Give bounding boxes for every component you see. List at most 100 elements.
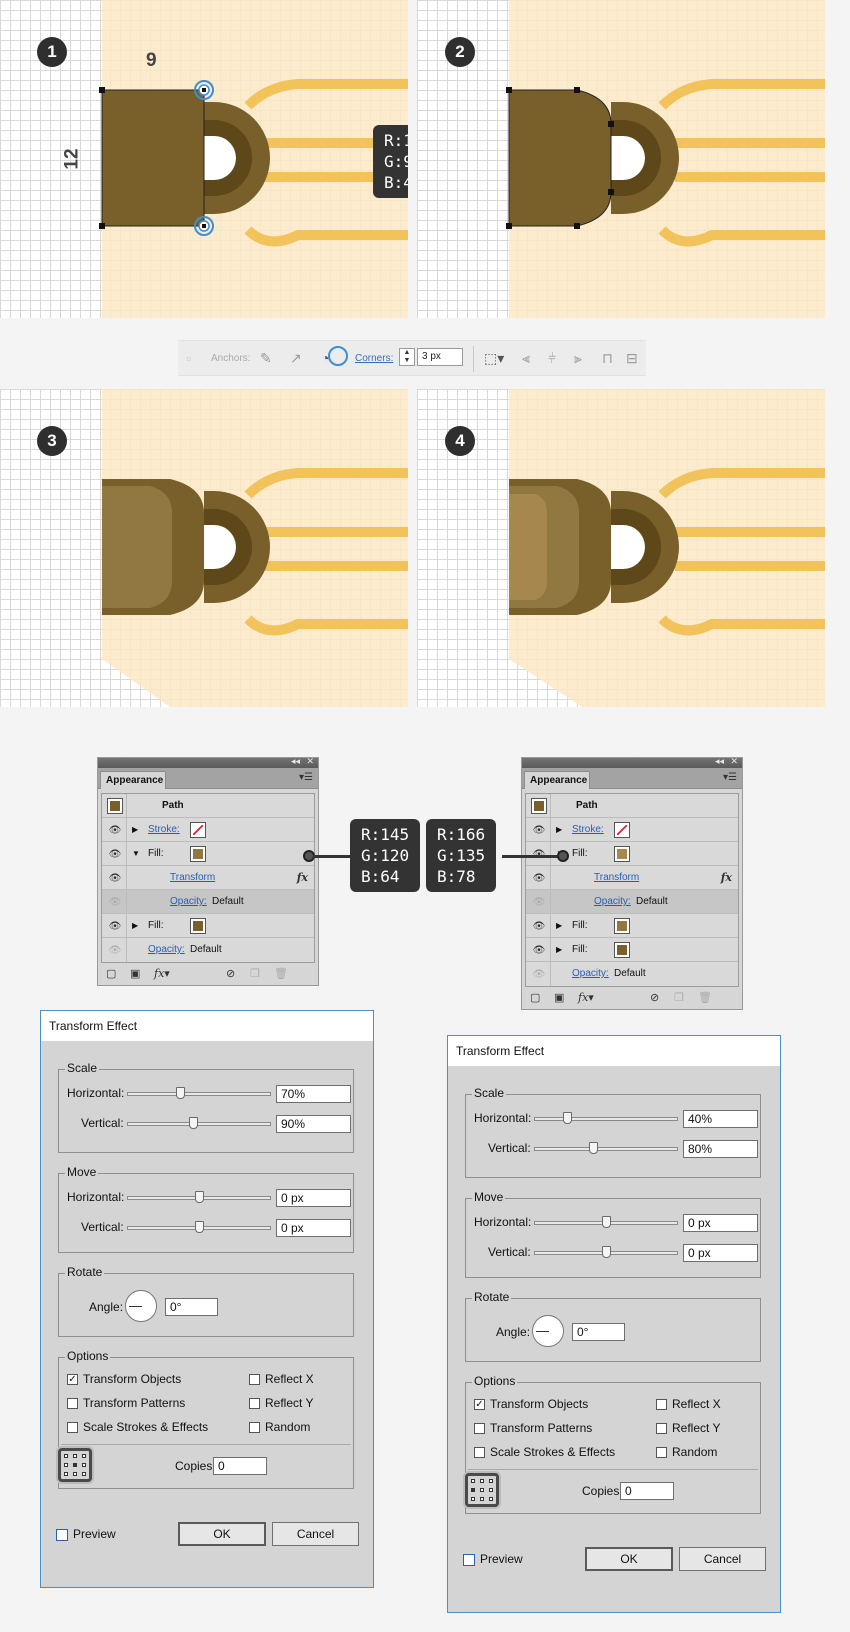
- visibility-eye-icon[interactable]: 👁: [532, 825, 546, 836]
- slider-thumb[interactable]: [176, 1087, 185, 1099]
- corners-value-field[interactable]: 3 px: [417, 348, 463, 366]
- scale-horizontal-input[interactable]: 40%: [683, 1110, 758, 1128]
- panel-menu-icon[interactable]: ▾☰: [723, 772, 737, 783]
- add-stroke-icon[interactable]: ▢: [530, 991, 540, 1004]
- slider-thumb[interactable]: [563, 1112, 572, 1124]
- fill-swatch[interactable]: [614, 918, 630, 934]
- reference-point-grid-icon[interactable]: [465, 1473, 499, 1507]
- clear-appearance-icon[interactable]: ⊘: [650, 991, 659, 1004]
- visibility-eye-icon[interactable]: 👁: [108, 897, 122, 908]
- ref-point-selected[interactable]: [471, 1488, 475, 1492]
- scale-vertical-input[interactable]: 80%: [683, 1140, 758, 1158]
- scale-vertical-input[interactable]: 90%: [276, 1115, 351, 1133]
- scale-strokes-checkbox[interactable]: [67, 1422, 78, 1433]
- opacity-row[interactable]: 👁 Opacity: Default: [526, 962, 738, 986]
- copies-input[interactable]: 0: [213, 1457, 267, 1475]
- visibility-eye-icon[interactable]: 👁: [108, 921, 122, 932]
- fill-swatch[interactable]: [190, 918, 206, 934]
- ref-point[interactable]: [64, 1463, 68, 1467]
- move-horizontal-input[interactable]: 0 px: [276, 1189, 351, 1207]
- ref-point[interactable]: [82, 1463, 86, 1467]
- add-stroke-icon[interactable]: ▢: [106, 967, 116, 980]
- ref-point[interactable]: [82, 1472, 86, 1476]
- duplicate-item-icon[interactable]: ❐: [250, 967, 260, 980]
- opacity-link[interactable]: Opacity:: [572, 968, 609, 979]
- delete-item-icon[interactable]: 🗑: [274, 967, 288, 980]
- visibility-eye-icon[interactable]: 👁: [532, 969, 546, 980]
- reference-point-grid-icon[interactable]: [58, 1448, 92, 1482]
- visibility-eye-icon[interactable]: 👁: [108, 873, 122, 884]
- reflect-y-checkbox[interactable]: [656, 1423, 667, 1434]
- transform-patterns-checkbox[interactable]: [474, 1423, 485, 1434]
- transform-link[interactable]: Transform: [594, 872, 639, 883]
- reflect-y-checkbox[interactable]: [249, 1398, 260, 1409]
- fill-opacity-row[interactable]: 👁 Opacity: Default: [102, 890, 314, 914]
- close-icon[interactable]: ✕: [306, 756, 314, 767]
- ref-point[interactable]: [73, 1472, 77, 1476]
- stroke-link[interactable]: Stroke:: [148, 824, 180, 835]
- slider-thumb[interactable]: [602, 1216, 611, 1228]
- panel-menu-icon[interactable]: ▾☰: [299, 772, 313, 783]
- fill-swatch[interactable]: [614, 942, 630, 958]
- reflect-x-checkbox[interactable]: [249, 1374, 260, 1385]
- stroke-row[interactable]: 👁 ▶ Stroke:: [102, 818, 314, 842]
- align-top-icon[interactable]: ⊓: [602, 351, 613, 365]
- visibility-eye-icon[interactable]: 👁: [108, 945, 122, 956]
- ref-point[interactable]: [489, 1479, 493, 1483]
- angle-dial[interactable]: [532, 1315, 564, 1347]
- select-similar-icon[interactable]: ⬚▾: [484, 351, 504, 365]
- expand-triangle-icon[interactable]: ▶: [132, 825, 138, 834]
- fx-icon[interactable]: fx: [297, 871, 308, 884]
- transform-effect-row[interactable]: 👁 Transform fx: [526, 866, 738, 890]
- expand-triangle-icon[interactable]: ▶: [132, 921, 138, 930]
- opacity-link[interactable]: Opacity:: [148, 944, 185, 955]
- stroke-swatch[interactable]: [614, 822, 630, 838]
- fill-row[interactable]: 👁 ▶ Fill:: [102, 914, 314, 938]
- path-row[interactable]: Path: [102, 794, 314, 818]
- transform-objects-checkbox[interactable]: ✓: [67, 1374, 78, 1385]
- fill-opacity-row[interactable]: 👁 Opacity: Default: [526, 890, 738, 914]
- random-checkbox[interactable]: [656, 1447, 667, 1458]
- stroke-link[interactable]: Stroke:: [572, 824, 604, 835]
- appearance-tab[interactable]: Appearance: [524, 771, 590, 789]
- stroke-swatch[interactable]: [190, 822, 206, 838]
- ref-point-selected[interactable]: [73, 1463, 77, 1467]
- ref-point[interactable]: [73, 1454, 77, 1458]
- delete-item-icon[interactable]: 🗑: [698, 991, 712, 1004]
- fill-row[interactable]: 👁 ▼ Fill:: [102, 842, 314, 866]
- ref-point[interactable]: [64, 1454, 68, 1458]
- stroke-row[interactable]: 👁 ▶ Stroke:: [526, 818, 738, 842]
- add-effect-icon[interactable]: fx▾: [154, 967, 170, 980]
- opacity-row[interactable]: 👁 Opacity: Default: [102, 938, 314, 962]
- preview-checkbox[interactable]: [56, 1529, 68, 1541]
- collapse-icon[interactable]: ◂◂: [291, 756, 300, 767]
- visibility-eye-icon[interactable]: 👁: [532, 945, 546, 956]
- path-row[interactable]: Path: [526, 794, 738, 818]
- smooth-anchor-icon[interactable]: ↗: [290, 351, 302, 365]
- cancel-button[interactable]: Cancel: [272, 1522, 359, 1546]
- align-right-icon[interactable]: ⫸: [574, 351, 582, 365]
- opacity-link[interactable]: Opacity:: [170, 896, 207, 907]
- visibility-eye-icon[interactable]: 👁: [532, 921, 546, 932]
- move-horizontal-slider[interactable]: [534, 1216, 678, 1228]
- add-fill-icon[interactable]: ▣: [130, 967, 140, 980]
- fill-swatch[interactable]: [614, 846, 630, 862]
- angle-dial[interactable]: [125, 1290, 157, 1322]
- scale-horizontal-slider[interactable]: [127, 1087, 271, 1099]
- appearance-tab[interactable]: Appearance: [100, 771, 166, 789]
- slider-thumb[interactable]: [195, 1191, 204, 1203]
- move-vertical-input[interactable]: 0 px: [276, 1219, 351, 1237]
- preview-checkbox[interactable]: [463, 1554, 475, 1566]
- slider-thumb[interactable]: [602, 1246, 611, 1258]
- duplicate-item-icon[interactable]: ❐: [674, 991, 684, 1004]
- move-vertical-input[interactable]: 0 px: [683, 1244, 758, 1262]
- expand-triangle-icon[interactable]: ▶: [556, 945, 562, 954]
- clear-appearance-icon[interactable]: ⊘: [226, 967, 235, 980]
- fill-row[interactable]: 👁 ▶ Fill:: [526, 938, 738, 962]
- ref-point[interactable]: [471, 1479, 475, 1483]
- ref-point[interactable]: [480, 1479, 484, 1483]
- angle-input[interactable]: 0°: [572, 1323, 625, 1341]
- slider-thumb[interactable]: [589, 1142, 598, 1154]
- convert-anchor-icon[interactable]: ✎: [260, 351, 272, 365]
- ref-point[interactable]: [471, 1497, 475, 1501]
